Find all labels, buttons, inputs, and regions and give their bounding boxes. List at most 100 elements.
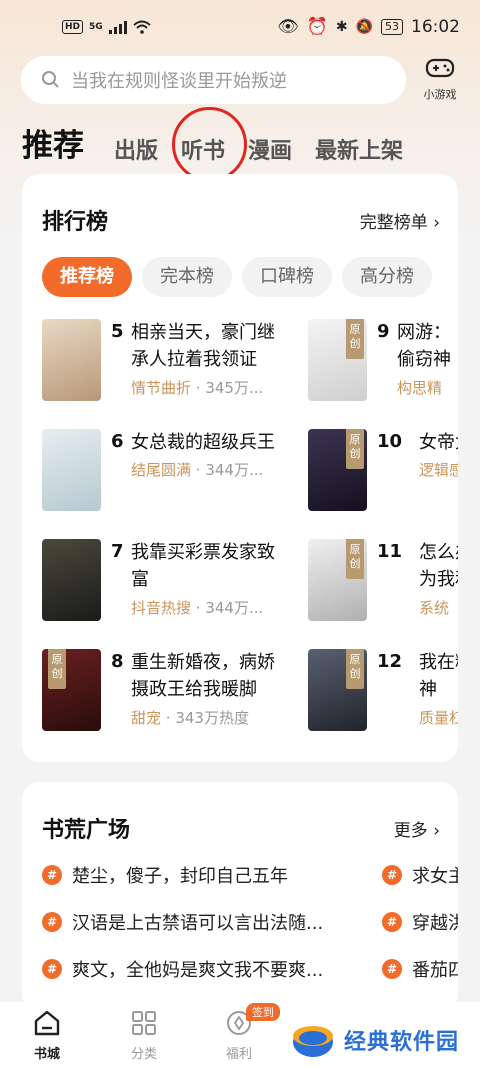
book-title: 女总裁的超级兵王 xyxy=(131,432,275,453)
search-placeholder: 当我在规则怪谈里开始叛逆 xyxy=(71,71,287,92)
hd-icon: HD xyxy=(62,20,84,34)
book-meta: 结尾圆满 · 344万... xyxy=(131,461,264,479)
book-plaza-card: 书荒广场 更多 › # 楚尘，傻子，封印自己五年 # 汉语是上古禁语可以言出法随..… xyxy=(22,782,458,1012)
book-meta: 抖音热搜 · 344万... xyxy=(131,599,264,617)
book-title: 重生新婚夜，病娇摄政王给我暖脚 xyxy=(131,652,275,700)
eye-icon: 👁 xyxy=(277,17,299,37)
list-item[interactable]: 原创 9 网游：偷窃神 构思精 xyxy=(308,319,458,419)
rank-number: 5 xyxy=(111,321,124,342)
book-meta: 构思精 xyxy=(397,379,443,397)
clock: 16:02 xyxy=(411,17,460,37)
book-meta: 质量杠 xyxy=(419,709,458,727)
nav-bookstore[interactable]: 书城 xyxy=(17,1010,77,1062)
plaza-more-link[interactable]: 更多 › xyxy=(394,816,440,841)
list-item[interactable]: # 求女主 xyxy=(382,862,458,888)
tab-new-arrivals[interactable]: 最新上架 xyxy=(315,133,403,165)
network-label: 5G xyxy=(89,22,103,32)
list-item[interactable]: 原创 12 我在精神 质量杠 xyxy=(308,649,458,749)
original-badge: 原创 xyxy=(346,649,364,689)
book-meta: 逻辑感 xyxy=(419,461,458,479)
ranking-title: 排行榜 xyxy=(42,210,109,235)
list-item[interactable]: 原创 11 怎么办为我和 系统 xyxy=(308,539,458,639)
home-icon xyxy=(34,1010,60,1036)
ranking-card: 排行榜 完整榜单 › 推荐榜 完本榜 口碑榜 高分榜 5 相亲当天，豪门继承人拉… xyxy=(22,174,458,762)
hashtag-icon: # xyxy=(382,959,402,979)
search-icon xyxy=(42,71,59,88)
watermark-logo-icon xyxy=(293,1025,333,1057)
rank-number: 8 xyxy=(111,651,124,672)
tab-comic[interactable]: 漫画 xyxy=(248,133,292,165)
nav-label: 福利 xyxy=(225,1047,252,1062)
rank-number: 9 xyxy=(377,321,390,342)
book-cover: 原创 xyxy=(308,649,367,731)
book-cover: 原创 xyxy=(308,429,367,511)
nav-label: 分类 xyxy=(130,1047,157,1062)
status-left: HD 5G xyxy=(62,20,151,34)
hashtag-icon: # xyxy=(42,912,62,932)
full-ranking-link[interactable]: 完整榜单 › xyxy=(360,208,440,233)
rank-number: 6 xyxy=(111,431,124,452)
book-cover xyxy=(42,319,101,401)
plaza-title: 书荒广场 xyxy=(42,818,131,843)
sign-in-badge[interactable]: 签到 xyxy=(246,1003,280,1021)
book-meta: 甜宠 · 343万热度 xyxy=(131,709,249,727)
pill-reputation[interactable]: 口碑榜 xyxy=(242,257,332,297)
rank-number: 7 xyxy=(111,541,124,562)
hashtag-icon: # xyxy=(42,959,62,979)
rank-number: 11 xyxy=(377,541,403,562)
watermark: 经典软件园 xyxy=(290,1012,480,1067)
hashtag-icon: # xyxy=(382,912,402,932)
mini-game-label: 小游戏 xyxy=(423,88,457,101)
wifi-icon xyxy=(133,20,151,34)
watermark-text: 经典软件园 xyxy=(344,1029,460,1055)
rank-number: 12 xyxy=(377,651,403,672)
book-title: 网游：偷窃神 xyxy=(397,322,451,370)
original-badge: 原创 xyxy=(48,649,66,689)
list-item[interactable]: # 爽文，全他妈是爽文我不要爽... xyxy=(42,956,323,982)
book-cover xyxy=(42,429,101,511)
nav-label: 书城 xyxy=(33,1047,60,1062)
category-tabs: 推荐 出版 听书 漫画 最新上架 xyxy=(22,120,426,165)
book-meta: 系统 xyxy=(419,599,450,617)
book-cover: 原创 xyxy=(308,539,367,621)
signal-icon xyxy=(108,21,127,34)
pill-high-score[interactable]: 高分榜 xyxy=(342,257,432,297)
list-item[interactable]: # 汉语是上古禁语可以言出法随... xyxy=(42,909,323,935)
list-item[interactable]: # 番茄四 xyxy=(382,956,458,982)
hashtag-icon: # xyxy=(42,865,62,885)
tab-publish[interactable]: 出版 xyxy=(114,133,158,165)
gamepad-icon xyxy=(425,58,455,78)
pill-completed[interactable]: 完本榜 xyxy=(142,257,232,297)
book-title: 相亲当天，豪门继承人拉着我领证 xyxy=(131,322,275,370)
battery-icon: 53 xyxy=(381,19,403,35)
rank-number: 10 xyxy=(377,431,403,452)
mute-icon: 🔕 xyxy=(355,19,373,35)
ranking-filters: 推荐榜 完本榜 口碑榜 高分榜 xyxy=(42,257,432,297)
original-badge: 原创 xyxy=(346,319,364,359)
book-title: 女帝太 xyxy=(419,432,458,453)
book-title: 怎么办为我和 xyxy=(419,542,458,590)
list-item[interactable]: 原创 10 女帝太 逻辑感 xyxy=(308,429,458,529)
list-item[interactable]: # 楚尘，傻子，封印自己五年 xyxy=(42,862,288,888)
mini-game-button[interactable]: 小游戏 xyxy=(414,56,466,106)
ranking-list: 5 相亲当天，豪门继承人拉着我领证 情节曲折 · 345万... 6 女总裁的超… xyxy=(22,314,458,754)
pill-recommend[interactable]: 推荐榜 xyxy=(42,257,132,297)
nav-category[interactable]: 分类 xyxy=(114,1010,174,1062)
book-title: 我在精神 xyxy=(419,652,458,700)
alarm-icon: ⏰ xyxy=(306,17,328,37)
tab-audiobook[interactable]: 听书 xyxy=(181,133,225,165)
tab-recommend[interactable]: 推荐 xyxy=(22,120,84,165)
bluetooth-icon: ✱ xyxy=(335,19,348,35)
book-cover xyxy=(42,539,101,621)
book-meta: 情节曲折 · 345万... xyxy=(131,379,264,397)
status-right: 👁 ⏰ ✱ 🔕 53 16:02 xyxy=(277,17,460,37)
list-item[interactable]: # 穿越洪 xyxy=(382,909,458,935)
grid-icon xyxy=(132,1011,156,1035)
hashtag-icon: # xyxy=(382,865,402,885)
status-bar: HD 5G 👁 ⏰ ✱ 🔕 53 16:02 xyxy=(0,0,480,56)
book-title: 我靠买彩票发家致富 xyxy=(131,542,275,590)
book-cover: 原创 xyxy=(308,319,367,401)
book-cover: 原创 xyxy=(42,649,101,731)
original-badge: 原创 xyxy=(346,539,364,579)
search-input[interactable]: 当我在规则怪谈里开始叛逆 xyxy=(21,56,406,104)
